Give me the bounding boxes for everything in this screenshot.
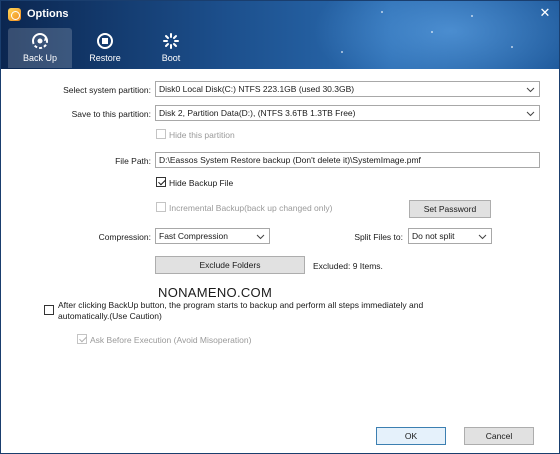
compression-value: Fast Compression (159, 231, 228, 241)
auto-backup-label-line2: automatically.(Use Caution) (58, 311, 162, 321)
incremental-backup-label: Incremental Backup(back up changed only) (169, 203, 333, 213)
save-partition-label: Save to this partition: (71, 109, 151, 119)
auto-backup-checkbox[interactable] (44, 305, 54, 315)
compression-label: Compression: (98, 232, 151, 242)
tab-label: Boot (161, 53, 181, 63)
split-files-select[interactable]: Do not split (408, 228, 492, 244)
system-partition-label: Select system partition: (63, 85, 151, 95)
header-star (381, 11, 383, 13)
window-title: Options (27, 8, 69, 20)
chevron-down-icon (256, 234, 265, 240)
set-password-button[interactable]: Set Password (409, 200, 491, 218)
header-star (511, 46, 513, 48)
chevron-down-icon (526, 87, 535, 93)
incremental-backup-checkbox[interactable] (156, 202, 166, 212)
file-path-label: File Path: (115, 156, 151, 166)
header-star (341, 51, 343, 53)
hide-partition-checkbox[interactable] (156, 129, 166, 139)
chevron-down-icon (478, 234, 487, 240)
close-button[interactable]: ✕ (537, 4, 553, 22)
system-partition-value: Disk0 Local Disk(C:) NTFS 223.1GB (used … (159, 84, 355, 94)
system-partition-select[interactable]: Disk0 Local Disk(C:) NTFS 223.1GB (used … (155, 81, 540, 97)
options-dialog: Options ✕ Back Up Restore Boot Select sy… (0, 0, 560, 454)
header-glow (301, 1, 559, 69)
hide-partition-label: Hide this partition (169, 130, 235, 140)
tab-label: Back Up (22, 53, 57, 63)
tab-label: Restore (89, 53, 121, 63)
boot-icon (163, 33, 179, 49)
ok-button[interactable]: OK (376, 427, 446, 445)
header-star (471, 15, 473, 17)
cancel-button[interactable]: Cancel (464, 427, 534, 445)
excluded-count-text: Excluded: 9 Items. (313, 261, 383, 271)
auto-backup-label: After clicking BackUp button, the progra… (58, 300, 528, 322)
tab-boot[interactable]: Boot (139, 28, 203, 68)
ask-before-checkbox[interactable] (77, 334, 87, 344)
split-files-label: Split Files to: (354, 232, 403, 242)
save-partition-value: Disk 2, Partition Data(D:), (NTFS 3.6TB … (159, 108, 356, 118)
ask-before-label: Ask Before Execution (Avoid Misoperation… (90, 335, 252, 345)
save-partition-select[interactable]: Disk 2, Partition Data(D:), (NTFS 3.6TB … (155, 105, 540, 121)
file-path-field[interactable]: D:\Eassos System Restore backup (Don't d… (155, 152, 540, 168)
chevron-down-icon (526, 111, 535, 117)
tab-back-up[interactable]: Back Up (8, 28, 72, 68)
hide-backup-file-checkbox[interactable] (156, 177, 166, 187)
restore-icon (97, 33, 113, 49)
tab-restore[interactable]: Restore (73, 28, 137, 68)
compression-select[interactable]: Fast Compression (155, 228, 270, 244)
auto-backup-label-line1: After clicking BackUp button, the progra… (58, 300, 424, 310)
app-logo-icon (8, 8, 21, 21)
backup-icon (32, 33, 48, 49)
exclude-folders-button[interactable]: Exclude Folders (155, 256, 305, 274)
hide-backup-file-label: Hide Backup File (169, 178, 234, 188)
header-star (431, 31, 433, 33)
watermark-text: NONAMENO.COM (158, 285, 273, 300)
split-files-value: Do not split (412, 231, 455, 241)
dialog-header: Options ✕ Back Up Restore Boot (1, 1, 559, 69)
